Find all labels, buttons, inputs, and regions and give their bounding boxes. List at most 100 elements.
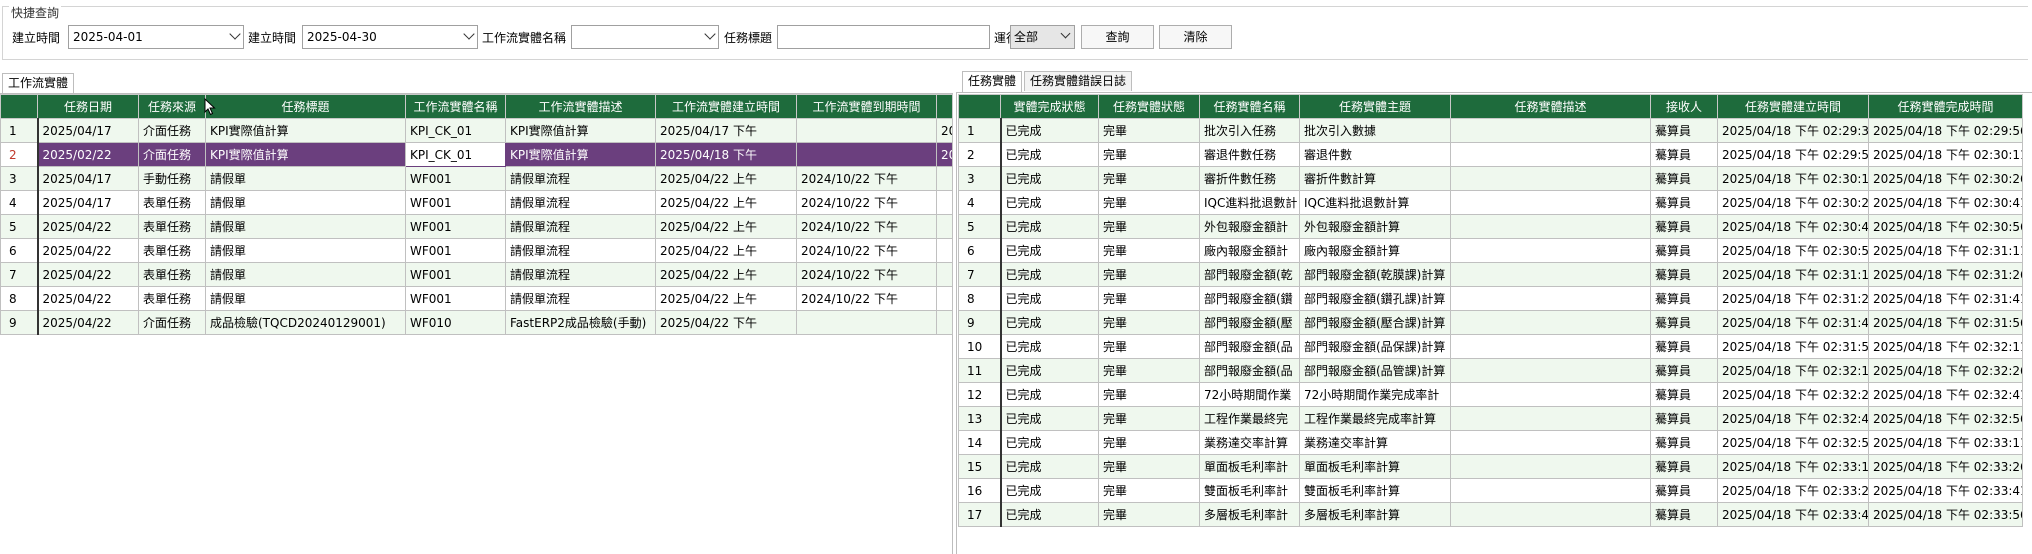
- table-cell[interactable]: 2025/04/18 下午 02:31:28: [1717, 286, 1869, 311]
- table-cell[interactable]: [796, 310, 937, 335]
- table-cell[interactable]: 完畢: [1098, 358, 1200, 383]
- table-cell[interactable]: 審折件數計算: [1299, 166, 1451, 191]
- table-cell[interactable]: 驀算員: [1650, 310, 1718, 335]
- column-header[interactable]: 任務實體描述: [1450, 94, 1651, 119]
- table-cell[interactable]: [936, 214, 953, 239]
- table-cell[interactable]: 2025/04/22 上午: [655, 190, 797, 215]
- table-cell[interactable]: 完畢: [1098, 334, 1200, 359]
- table-cell[interactable]: KPI實際值計算: [505, 142, 656, 167]
- table-cell[interactable]: 已完成: [1000, 382, 1099, 407]
- table-cell[interactable]: 完畢: [1098, 454, 1200, 479]
- row-number[interactable]: 7: [0, 262, 39, 287]
- table-row[interactable]: 3 已完成 完畢 審折件數任務 審折件數計算 驀算員 2025/04/18 下午 02:30…: [958, 166, 2023, 191]
- row-number[interactable]: 9: [0, 310, 39, 335]
- table-row[interactable]: 6 已完成 完畢 廠內報廢金額計 廠內報廢金額計算 驀算員 2025/04/18 下午 02…: [958, 238, 2023, 263]
- tab-workflow-instance[interactable]: 工作流實體: [2, 73, 75, 94]
- table-cell[interactable]: 2025/04/18 下午 02:33:43: [1717, 502, 1869, 527]
- table-cell[interactable]: 2025/04/18 下午 02:31:13: [1717, 262, 1869, 287]
- table-cell[interactable]: 已完成: [1000, 334, 1099, 359]
- table-cell[interactable]: 已完成: [1000, 478, 1099, 503]
- table-cell[interactable]: [1450, 118, 1651, 143]
- table-cell[interactable]: [936, 190, 953, 215]
- table-cell[interactable]: 2025/04/22: [37, 286, 139, 311]
- table-row[interactable]: 1 已完成 完畢 批次引入任務 批次引入數據 驀算員 2025/04/18 下午 02:29…: [958, 118, 2023, 143]
- table-cell[interactable]: 2025/04/22 上午: [655, 214, 797, 239]
- table-cell[interactable]: KPI_CK_01: [405, 118, 506, 143]
- table-row[interactable]: 8 已完成 完畢 部門報廢金額(鑽 部門報廢金額(鑽孔課)計算 驀算員 2025/04/18…: [958, 286, 2023, 311]
- table-cell[interactable]: 已完成: [1000, 286, 1099, 311]
- table-cell[interactable]: 已完成: [1000, 238, 1099, 263]
- table-cell[interactable]: [796, 142, 937, 167]
- table-cell[interactable]: [1450, 286, 1651, 311]
- column-header[interactable]: 工作流實體描述: [505, 94, 656, 119]
- table-cell[interactable]: 多層板毛利率計算: [1299, 502, 1451, 527]
- tab-task-instance[interactable]: 任務實體: [962, 71, 1023, 92]
- table-cell[interactable]: 2025/04/18 下午 02:29:38: [1717, 118, 1869, 143]
- row-number[interactable]: 12: [958, 382, 1002, 407]
- table-cell[interactable]: 表單任務: [138, 214, 206, 239]
- table-cell[interactable]: 請假單流程: [505, 214, 656, 239]
- table-row[interactable]: 2 2025/02/22 介面任務 KPI實際值計算 KPI_CK_01 KPI實際值計算…: [0, 142, 953, 167]
- column-header[interactable]: 工作流實體建立時間: [655, 94, 797, 119]
- table-cell[interactable]: 成品檢驗(TQCD20240129001): [205, 310, 406, 335]
- table-cell[interactable]: 2025/04/18 下午 02:30:11: [1868, 142, 2023, 167]
- table-cell[interactable]: 部門報廢金額(品: [1199, 358, 1300, 383]
- table-cell[interactable]: 工程作業最終完: [1199, 406, 1300, 431]
- table-cell[interactable]: 表單任務: [138, 238, 206, 263]
- table-cell[interactable]: 已完成: [1000, 142, 1099, 167]
- column-header[interactable]: 實體完成狀態: [1000, 94, 1099, 119]
- table-cell[interactable]: 已完成: [1000, 454, 1099, 479]
- table-cell[interactable]: 2025/04/18 下午 02:30:28: [1717, 190, 1869, 215]
- table-cell[interactable]: [1450, 190, 1651, 215]
- table-cell[interactable]: 完畢: [1098, 478, 1200, 503]
- table-cell[interactable]: [1450, 502, 1651, 527]
- table-cell[interactable]: 介面任務: [138, 310, 206, 335]
- table-cell[interactable]: 完畢: [1098, 262, 1200, 287]
- table-cell[interactable]: 已完成: [1000, 190, 1099, 215]
- table-cell[interactable]: 雙面板毛利率計算: [1299, 478, 1451, 503]
- workflow-name-dropdown[interactable]: [571, 25, 719, 49]
- table-cell[interactable]: 驀算員: [1650, 238, 1718, 263]
- table-cell[interactable]: 完畢: [1098, 118, 1200, 143]
- table-cell[interactable]: 2025/04/18 下午 02:32:13: [1717, 358, 1869, 383]
- table-cell[interactable]: 2025/04/17 下午: [655, 118, 797, 143]
- table-cell[interactable]: 2025/04/18 下午 02:31:58: [1717, 334, 1869, 359]
- table-cell[interactable]: 驀算員: [1650, 382, 1718, 407]
- table-cell[interactable]: 2025/04/22: [37, 214, 139, 239]
- table-row[interactable]: 5 已完成 完畢 外包報廢金額計 外包報廢金額計算 驀算員 2025/04/18 下午 02…: [958, 214, 2023, 239]
- row-number[interactable]: 4: [0, 190, 39, 215]
- table-cell[interactable]: 部門報廢金額(乾膜課)計算: [1299, 262, 1451, 287]
- table-row[interactable]: 15 已完成 完畢 單面板毛利率計 單面板毛利率計算 驀算員 2025/04/18 下午 0…: [958, 454, 2023, 479]
- table-cell[interactable]: [796, 118, 937, 143]
- table-cell[interactable]: 2025/04/22 下午: [655, 310, 797, 335]
- table-cell[interactable]: 驀算員: [1650, 166, 1718, 191]
- table-row[interactable]: 3 2025/04/17 手動任務 請假單 WF001 請假單流程 2025/04/22 上…: [0, 166, 953, 191]
- table-cell[interactable]: 2025/04/18 下午 02:30:13: [1717, 166, 1869, 191]
- table-cell[interactable]: 2025/04/22: [37, 238, 139, 263]
- table-cell[interactable]: 介面任務: [138, 118, 206, 143]
- table-cell[interactable]: 請假單: [205, 262, 406, 287]
- clear-button[interactable]: 清除: [1159, 25, 1232, 49]
- table-cell[interactable]: WF001: [405, 190, 506, 215]
- table-row[interactable]: 5 2025/04/22 表單任務 請假單 WF001 請假單流程 2025/04/22 上…: [0, 214, 953, 239]
- table-cell[interactable]: [1450, 262, 1651, 287]
- table-cell[interactable]: 已完成: [1000, 430, 1099, 455]
- row-number[interactable]: 1: [0, 118, 39, 143]
- table-cell[interactable]: 工程作業最終完成率計算: [1299, 406, 1451, 431]
- row-number[interactable]: 11: [958, 358, 1002, 383]
- table-cell[interactable]: 2025/04/18 下午 02:32:28: [1717, 382, 1869, 407]
- table-row[interactable]: 10 已完成 完畢 部門報廢金額(品 部門報廢金額(品保課)計算 驀算員 2025/04/1…: [958, 334, 2023, 359]
- table-cell[interactable]: 表單任務: [138, 190, 206, 215]
- table-cell[interactable]: 廠內報廢金額計: [1199, 238, 1300, 263]
- table-cell[interactable]: 業務達交率計算: [1199, 430, 1300, 455]
- column-header[interactable]: 任務實體狀態: [1098, 94, 1200, 119]
- column-header[interactable]: 工作流實體到期時間: [796, 94, 937, 119]
- table-cell[interactable]: 2025/04/18 下午 02:33:11: [1868, 430, 2023, 455]
- table-cell[interactable]: 2025/04/18 下午 02:31:56: [1868, 310, 2023, 335]
- row-number[interactable]: 17: [958, 502, 1002, 527]
- table-cell[interactable]: 2024/10/22 下午: [796, 190, 937, 215]
- table-cell[interactable]: [1450, 310, 1651, 335]
- column-header[interactable]: 任務實體主題: [1299, 94, 1451, 119]
- table-cell[interactable]: 驀算員: [1650, 142, 1718, 167]
- table-cell[interactable]: 2024/10/22 下午: [796, 286, 937, 311]
